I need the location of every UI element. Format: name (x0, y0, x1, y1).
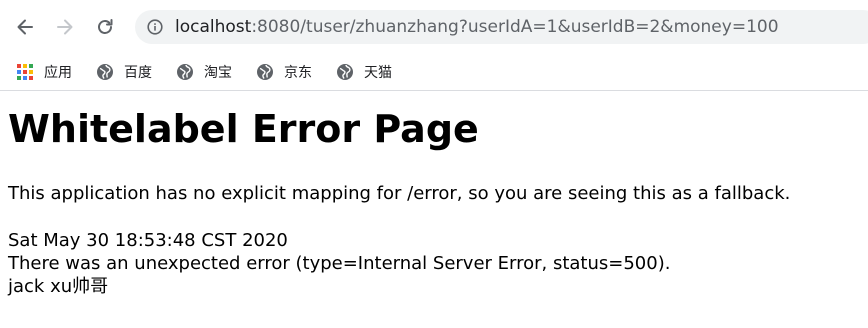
bookmark-baidu[interactable]: 百度 (96, 60, 152, 84)
bookmark-label: 应用 (44, 65, 72, 81)
forward-arrow-icon (57, 19, 73, 35)
bookmark-label: 淘宝 (204, 65, 232, 81)
bookmarks-bar: 应用 百度 淘宝 京东 天猫 (0, 54, 868, 91)
globe-icon (176, 63, 194, 81)
page-title: Whitelabel Error Page (8, 107, 479, 151)
globe-icon (96, 63, 114, 81)
bookmark-taobao[interactable]: 淘宝 (176, 60, 232, 84)
bookmark-label: 天猫 (364, 65, 392, 81)
globe-icon (256, 63, 274, 81)
url-host: localhost (175, 17, 252, 37)
bookmark-tmall[interactable]: 天猫 (336, 60, 392, 84)
bookmark-jd[interactable]: 京东 (256, 60, 312, 84)
error-timestamp: Sat May 30 18:53:48 CST 2020 (8, 230, 288, 251)
address-bar[interactable]: localhost:8080/tuser/zhuanzhang?userIdA=… (135, 10, 868, 44)
back-button[interactable] (11, 13, 39, 41)
site-info-icon[interactable] (147, 19, 163, 35)
url-path: :8080/tuser/zhuanzhang?userIdA=1&userIdB… (251, 17, 779, 37)
forward-button[interactable] (51, 13, 79, 41)
browser-toolbar: localhost:8080/tuser/zhuanzhang?userIdA=… (0, 0, 868, 54)
reload-icon (98, 19, 113, 34)
error-description: There was an unexpected error (type=Inte… (8, 253, 671, 274)
globe-icon (336, 63, 354, 81)
back-arrow-icon (17, 19, 33, 35)
error-details: Sat May 30 18:53:48 CST 2020 There was a… (8, 229, 670, 298)
error-detail: jack xu帅哥 (8, 276, 109, 297)
bookmark-apps[interactable]: 应用 (16, 60, 72, 84)
bookmark-label: 京东 (284, 65, 312, 81)
fallback-message: This application has no explicit mapping… (8, 183, 791, 204)
bookmark-label: 百度 (124, 65, 152, 81)
reload-button[interactable] (91, 13, 119, 41)
url-text[interactable]: localhost:8080/tuser/zhuanzhang?userIdA=… (175, 17, 779, 37)
apps-grid-icon (16, 63, 34, 81)
